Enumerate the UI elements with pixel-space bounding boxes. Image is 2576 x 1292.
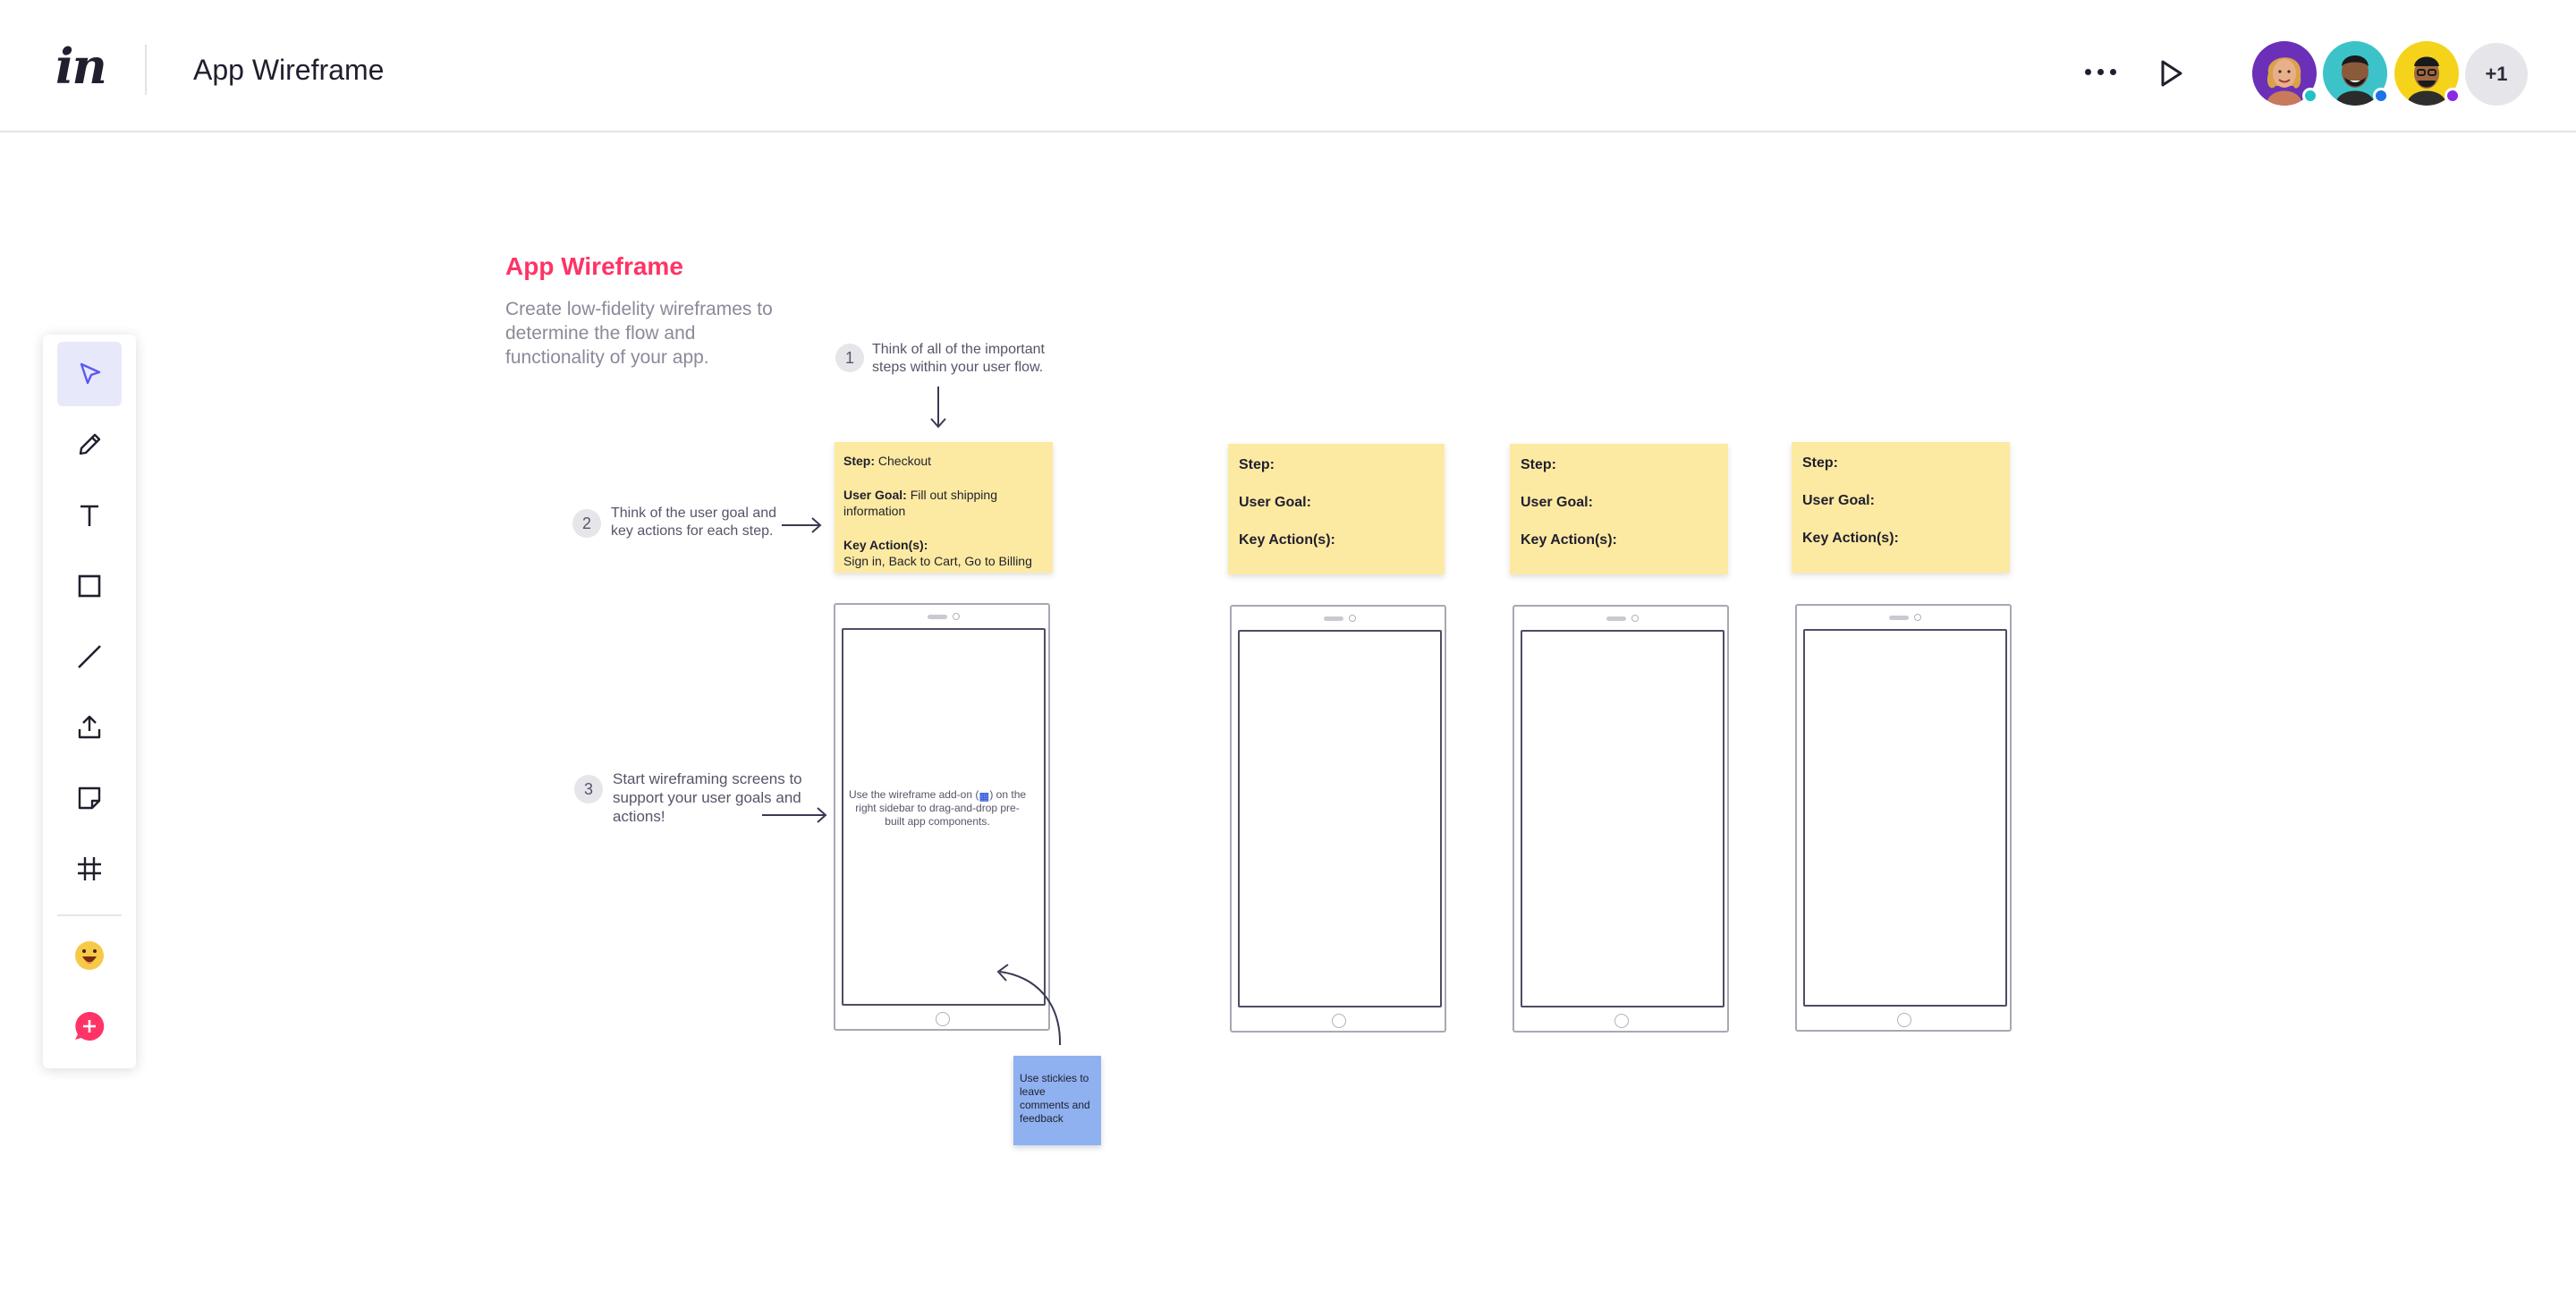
step-2-line: key actions for each step. bbox=[611, 523, 774, 539]
text-icon bbox=[80, 505, 98, 526]
arrow-down-connector bbox=[930, 387, 946, 429]
more-collaborators-badge[interactable]: +1 bbox=[2465, 43, 2528, 106]
phone-wireframe-4[interactable] bbox=[1795, 604, 2012, 1032]
more-options-button[interactable] bbox=[2073, 54, 2127, 89]
phone-screen bbox=[1238, 630, 1442, 1007]
pencil-icon bbox=[79, 433, 101, 455]
avatar-collaborator-2[interactable] bbox=[2323, 41, 2389, 106]
upload-tool-button[interactable] bbox=[57, 695, 122, 760]
sticky-goal-row: User Goal: Fill out shipping information bbox=[843, 487, 1044, 519]
phone-speaker bbox=[1606, 616, 1626, 621]
comment-sticky-note[interactable]: Use stickies to leave comments and feedb… bbox=[1013, 1056, 1101, 1145]
more-dot bbox=[2097, 68, 2104, 75]
avatar-collaborator-1[interactable] bbox=[2252, 41, 2318, 106]
top-bar: in App Wireframe +1 bbox=[0, 0, 2576, 132]
emoji-tool-button[interactable] bbox=[57, 923, 122, 988]
key-actions-label: Key Action(s): bbox=[1521, 532, 1617, 548]
select-tool-button[interactable] bbox=[57, 342, 122, 406]
sticky-note-icon bbox=[78, 786, 101, 810]
phone-camera bbox=[1349, 615, 1356, 622]
arrow-right-connector bbox=[762, 807, 827, 823]
emoji-icon bbox=[75, 941, 104, 970]
phone-speaker bbox=[1889, 616, 1909, 620]
sticky-note-blank[interactable]: Step: User Goal: Key Action(s): bbox=[1228, 444, 1445, 574]
phone-speaker bbox=[1324, 616, 1343, 621]
phone-screen bbox=[1521, 630, 1724, 1007]
step-2-line: Think of the user goal and bbox=[611, 506, 777, 521]
wireframe-addon-icon: ▦ bbox=[979, 790, 990, 803]
online-status-dot bbox=[2302, 88, 2318, 104]
step-label: Step: bbox=[1802, 455, 1838, 471]
plus-circle-icon bbox=[75, 1011, 105, 1041]
sticky-actions-row: Key Action(s): Sign in, Back to Cart, Go … bbox=[843, 537, 1044, 569]
step-1-line: Think of all of the important bbox=[872, 342, 1045, 357]
step-1-line: steps within your user flow. bbox=[872, 360, 1044, 375]
phone-camera bbox=[1914, 614, 1921, 621]
avatar-collaborator-3[interactable] bbox=[2394, 41, 2461, 106]
add-tool-button[interactable] bbox=[57, 994, 122, 1058]
sticky-note-blank[interactable]: Step: User Goal: Key Action(s): bbox=[1792, 442, 2010, 573]
document-title[interactable]: App Wireframe bbox=[193, 52, 384, 88]
phone-speaker bbox=[928, 615, 947, 619]
phone-home-button bbox=[1332, 1014, 1346, 1028]
wireframe-hint-text: Use the wireframe add-on (▦) on the righ… bbox=[848, 788, 1027, 829]
curved-arrow-connector bbox=[996, 964, 1062, 1046]
pencil-tool-button[interactable] bbox=[57, 412, 122, 477]
step-label: Step: bbox=[1521, 457, 1556, 472]
more-dot bbox=[2109, 68, 2116, 75]
step-number-1: 1 bbox=[835, 344, 864, 372]
phone-camera bbox=[1631, 615, 1639, 622]
more-horizontal-icon bbox=[2084, 68, 2091, 75]
sticky-note-checkout[interactable]: Step: Checkout User Goal: Fill out shipp… bbox=[835, 442, 1053, 573]
phone-home-button bbox=[1897, 1013, 1911, 1027]
phone-wireframe-2[interactable] bbox=[1230, 605, 1446, 1033]
sticky-note-blank[interactable]: Step: User Goal: Key Action(s): bbox=[1510, 444, 1728, 574]
step-2-text[interactable]: Think of the user goal and key actions f… bbox=[611, 505, 776, 540]
key-actions-value: Sign in, Back to Cart, Go to Billing bbox=[843, 554, 1032, 568]
rectangle-tool-button[interactable] bbox=[57, 554, 122, 618]
step-value: Checkout bbox=[877, 454, 932, 468]
play-icon bbox=[2161, 60, 2182, 87]
step-1-text[interactable]: Think of all of the important steps with… bbox=[872, 341, 1045, 377]
phone-home-button bbox=[1614, 1014, 1629, 1028]
online-status-dot bbox=[2373, 88, 2389, 104]
header-divider bbox=[145, 45, 147, 95]
step-number-3: 3 bbox=[574, 775, 603, 803]
user-goal-label: User Goal: bbox=[1239, 495, 1311, 510]
upload-icon bbox=[78, 715, 101, 739]
invision-logo[interactable]: in bbox=[55, 39, 107, 93]
step-label: Step: bbox=[843, 454, 875, 468]
phone-home-button bbox=[936, 1012, 950, 1026]
phone-camera bbox=[953, 613, 960, 620]
board-title[interactable]: App Wireframe bbox=[505, 252, 683, 281]
user-goal-label: User Goal: bbox=[843, 488, 907, 502]
phone-wireframe-3[interactable] bbox=[1513, 605, 1729, 1033]
frame-hash-icon bbox=[78, 857, 101, 880]
text-tool-button[interactable] bbox=[57, 483, 122, 548]
arrow-right-connector bbox=[782, 517, 822, 533]
user-goal-label: User Goal: bbox=[1802, 493, 1875, 508]
key-actions-label: Key Action(s): bbox=[843, 538, 928, 552]
step-3-line: Start wireframing screens to bbox=[613, 770, 802, 787]
present-button[interactable] bbox=[2152, 55, 2188, 91]
line-tool-button[interactable] bbox=[57, 625, 122, 689]
left-toolbar bbox=[43, 335, 136, 1068]
sticky-step-row: Step: Checkout bbox=[843, 453, 1044, 469]
toolbar-separator bbox=[57, 914, 122, 916]
key-actions-label: Key Action(s): bbox=[1239, 532, 1335, 548]
frame-tool-button[interactable] bbox=[57, 837, 122, 901]
phone-screen bbox=[1803, 629, 2007, 1007]
cursor-arrow-icon bbox=[80, 362, 101, 385]
user-goal-label: User Goal: bbox=[1521, 495, 1593, 510]
online-status-dot bbox=[2445, 88, 2461, 104]
hint-text-part: Use the wireframe add-on ( bbox=[848, 788, 979, 801]
rectangle-icon bbox=[78, 574, 101, 598]
board-description[interactable]: Create low-fidelity wireframes to determ… bbox=[505, 297, 774, 370]
key-actions-label: Key Action(s): bbox=[1802, 531, 1899, 546]
step-number-2: 2 bbox=[572, 509, 601, 538]
line-icon bbox=[78, 645, 101, 668]
sticky-note-tool-button[interactable] bbox=[57, 766, 122, 830]
step-label: Step: bbox=[1239, 457, 1275, 472]
